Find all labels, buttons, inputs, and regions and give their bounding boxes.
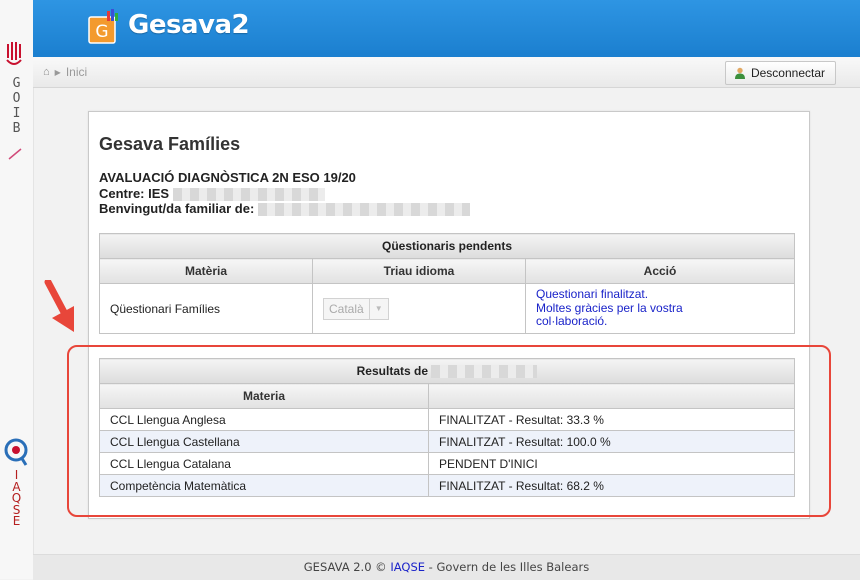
user-icon (734, 67, 745, 79)
action-message-line: Questionari finalitzat. (536, 287, 649, 302)
column-header: Acció (525, 258, 795, 284)
highlight-annotation (67, 345, 831, 517)
welcome-line: Benvingut/da familiar de: (99, 201, 470, 217)
centre-line: Centre: IES (99, 186, 470, 202)
footer-prefix: GESAVA 2.0 © (303, 560, 391, 574)
footer-iaqse-link[interactable]: IAQSE (390, 560, 425, 574)
app-logo-letter: G (95, 22, 108, 42)
action-message-line: col·laboració. (536, 314, 608, 329)
page-footer: GESAVA 2.0 © IAQSE - Govern de les Illes… (33, 554, 860, 580)
goib-letter: B (12, 121, 21, 136)
chevron-right-icon: ▶ (54, 67, 61, 77)
action-message-line: Moltes gràcies per la vostra (536, 300, 683, 315)
welcome-label: Benvingut/da familiar de: (99, 201, 255, 216)
institution-sidebar: G O I B I A Q S E (0, 0, 34, 579)
iaqse-letters: I A Q S E (0, 469, 33, 528)
goib-logo-icon (6, 42, 22, 65)
app-header: G Gesava2 (33, 0, 860, 57)
redacted-centre (172, 187, 325, 201)
goib-slash-icon (8, 148, 22, 160)
student-info: AVALUACIÓ DIAGNÒSTICA 2N ESO 19/20 Centr… (99, 170, 470, 217)
goib-letter: O (12, 91, 21, 106)
footer-suffix: - Govern de les Illes Balears (425, 560, 590, 574)
exam-title: AVALUACIÓ DIAGNÒSTICA 2N ESO 19/20 (99, 170, 356, 185)
app-title: Gesava2 (128, 10, 250, 40)
action-cell: Questionari finalitzat. Moltes gràcies p… (525, 283, 795, 334)
goib-letter: I (12, 106, 21, 121)
iaqse-logo-icon (4, 438, 28, 466)
goib-letters: G O I B (0, 76, 33, 136)
column-header: Matèria (99, 258, 313, 284)
nav-bar: ⌂ ▶ Inici Desconnectar (33, 57, 860, 88)
home-icon[interactable]: ⌂ (43, 66, 50, 78)
centre-label: Centre: IES (99, 185, 170, 201)
table-row: Qüestionari Famílies Català ▼ Questionar… (99, 283, 795, 334)
goib-letter: G (12, 76, 21, 91)
logout-button[interactable]: Desconnectar (724, 61, 836, 85)
breadcrumb: ⌂ ▶ Inici (43, 65, 87, 79)
language-select[interactable]: Català ▼ (323, 297, 389, 320)
logout-label: Desconnectar (750, 66, 825, 80)
pending-questionnaires-table: Qüestionaris pendents Matèria Triau idio… (99, 233, 795, 334)
iaqse-letter: E (12, 514, 21, 528)
language-select-value: Català (329, 301, 364, 316)
arrow-annotation-icon (44, 280, 74, 332)
questionnaire-name: Qüestionari Famílies (99, 283, 313, 334)
page-title: Gesava Famílies (99, 134, 241, 154)
breadcrumb-item-home[interactable]: Inici (66, 65, 87, 79)
app-logo-icon: G (88, 9, 118, 44)
language-cell: Català ▼ (312, 283, 526, 334)
chevron-down-icon: ▼ (368, 298, 388, 319)
column-header: Triau idioma (312, 258, 526, 284)
redacted-student-name (257, 203, 470, 217)
table-caption: Qüestionaris pendents (99, 233, 795, 259)
action-message: Questionari finalitzat. Moltes gràcies p… (536, 288, 784, 329)
